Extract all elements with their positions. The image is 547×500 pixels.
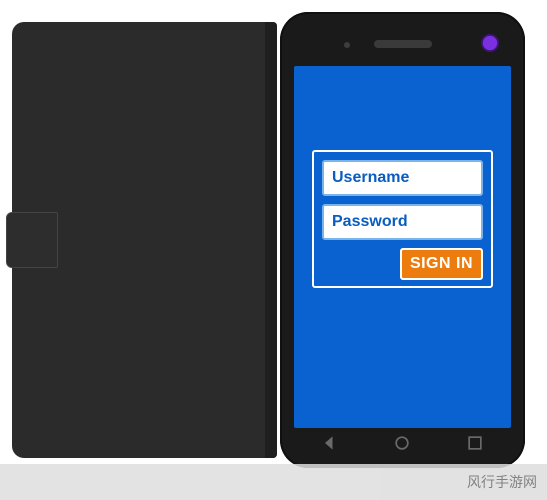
signin-row: SIGN IN <box>322 248 483 280</box>
recents-icon[interactable] <box>465 433 485 458</box>
home-icon[interactable] <box>392 433 412 458</box>
phone-speaker <box>374 40 432 48</box>
watermark-text: 风行手游网 <box>467 472 537 492</box>
username-field[interactable]: Username <box>322 160 483 196</box>
login-panel: Username Password SIGN IN <box>312 150 493 288</box>
android-softkeys <box>294 434 511 456</box>
phone-body: Username Password SIGN IN <box>280 12 525 468</box>
proximity-sensor-icon <box>344 42 350 48</box>
phone-screen: Username Password SIGN IN <box>294 66 511 428</box>
phone-case-clasp <box>6 212 58 268</box>
front-camera-icon <box>481 34 499 52</box>
back-icon[interactable] <box>320 433 340 458</box>
password-field[interactable]: Password <box>322 204 483 240</box>
signin-button[interactable]: SIGN IN <box>400 248 483 280</box>
phone-case-cover <box>12 22 277 458</box>
watermark-strip: 风行手游网 <box>0 464 547 500</box>
